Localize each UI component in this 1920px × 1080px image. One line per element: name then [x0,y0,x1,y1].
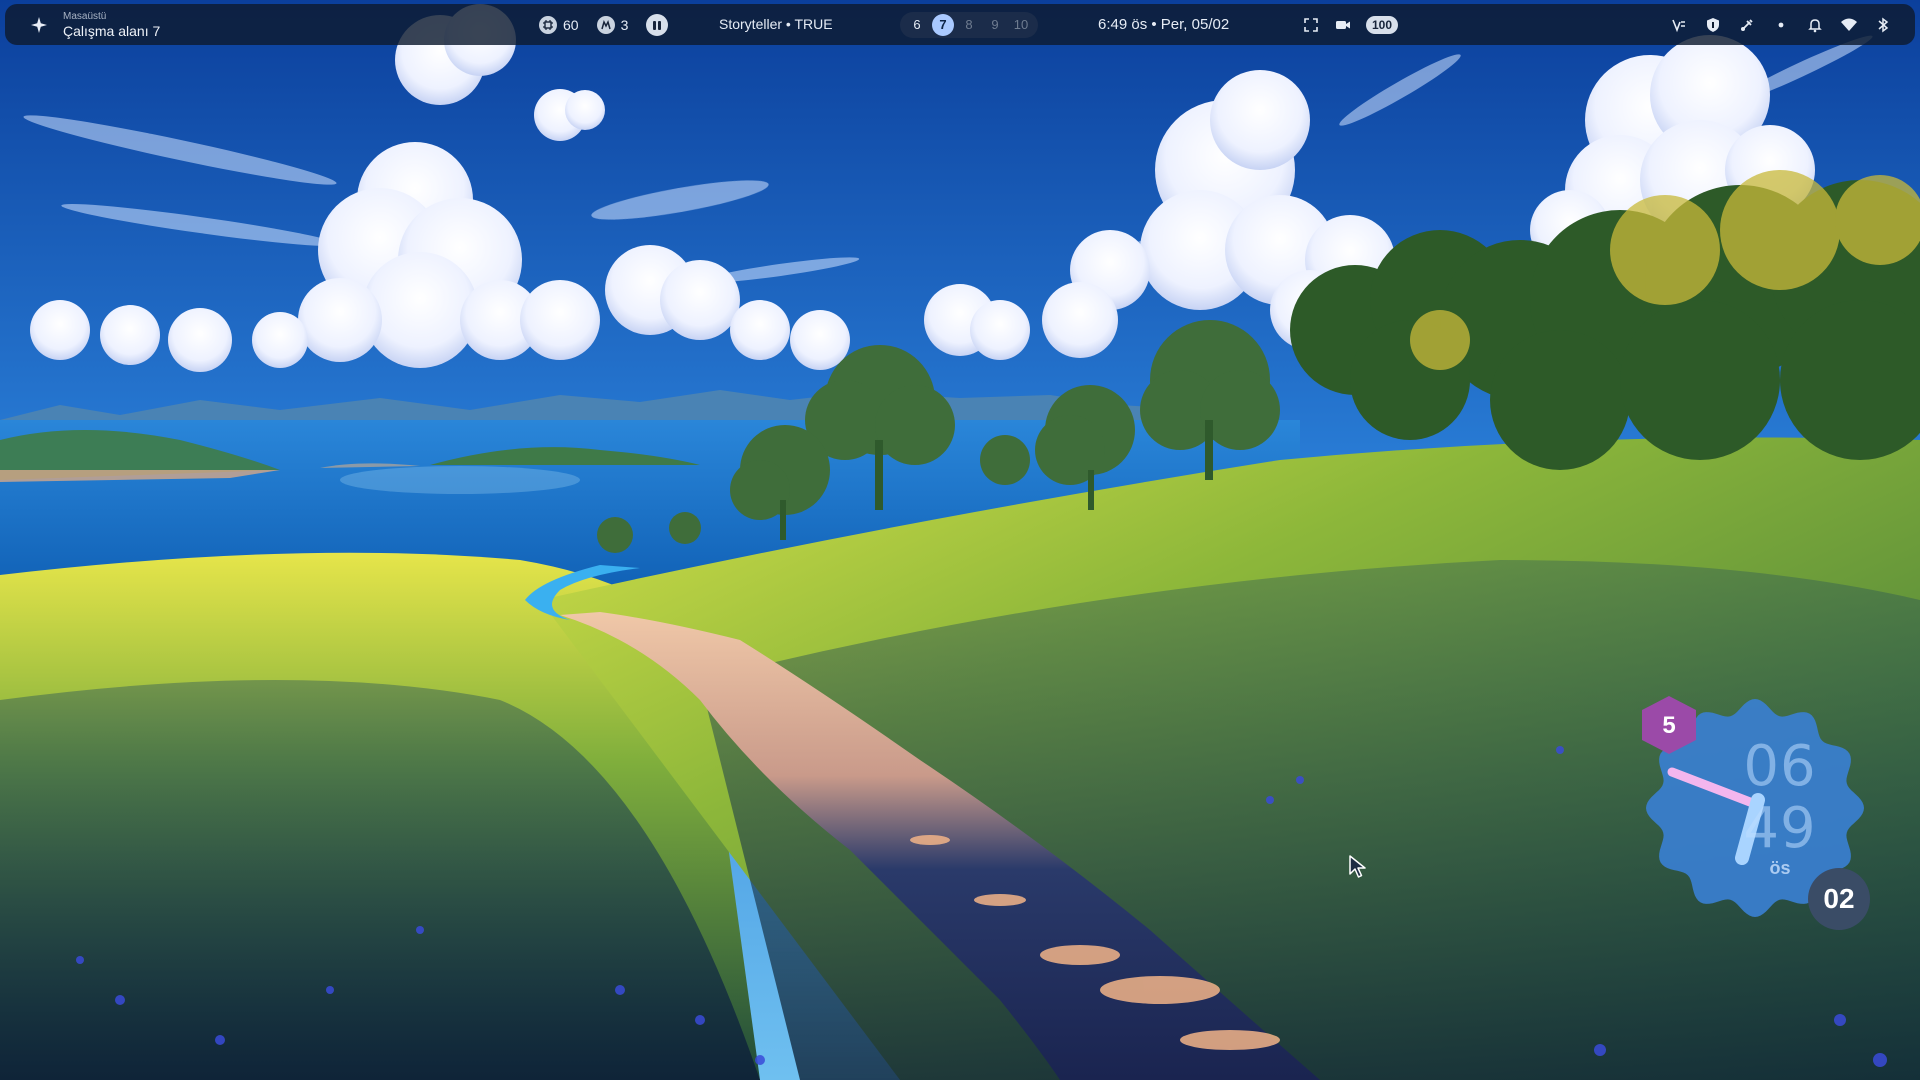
clock-widget-badge: 5 [1662,712,1676,739]
battery-indicator[interactable]: 100 [1366,16,1398,34]
clock-widget-seconds: 02 [1823,883,1855,914]
fullscreen-icon[interactable] [1302,16,1320,34]
cpu-value: 60 [563,17,579,33]
memory-icon [596,16,615,34]
mouse-cursor-icon [1349,855,1366,878]
bluetooth-icon[interactable] [1873,15,1893,35]
screen-record-icon[interactable] [1334,16,1352,34]
workspace-button-6[interactable]: 6 [904,14,930,36]
workspace-switcher: 6 7 8 9 10 [900,12,1038,38]
memory-value: 3 [620,17,629,33]
workspace-title[interactable]: Çalışma alanı 7 [63,23,160,39]
pause-button[interactable] [646,14,669,36]
sparkle-icon[interactable] [29,15,49,35]
clock-widget-ampm: ös [1769,858,1791,878]
shield-icon[interactable] [1703,15,1723,35]
bell-icon[interactable] [1805,15,1825,35]
topbar-clock[interactable]: 6:49 ös • Per, 05/02 [1098,16,1229,33]
utility-buttons: 100 [1302,14,1398,36]
workspace-button-8[interactable]: 8 [956,14,982,36]
cpu-icon [539,16,557,34]
resource-monitor[interactable]: 60 3 [539,13,669,37]
clock-widget-hour: 06 [1743,734,1817,799]
system-tray [1669,14,1893,36]
keyboard-icon[interactable] [1669,15,1689,35]
clock-widget[interactable]: 06 49 ös 5 02 [1630,690,1880,930]
clock-widget-minute: 49 [1743,796,1817,861]
workspace-button-9[interactable]: 9 [982,14,1008,36]
usb-icon[interactable] [1737,15,1757,35]
media-title[interactable]: Storyteller • TRUE [719,16,833,32]
top-bar: Masaüstü Çalışma alanı 7 60 3 Storytelle… [5,4,1915,45]
wifi-icon[interactable] [1839,15,1859,35]
workspace-button-10[interactable]: 10 [1008,14,1034,36]
dot-icon [1771,15,1791,35]
workspace-caption: Masaüstü [63,11,107,22]
workspace-button-7[interactable]: 7 [932,14,954,36]
